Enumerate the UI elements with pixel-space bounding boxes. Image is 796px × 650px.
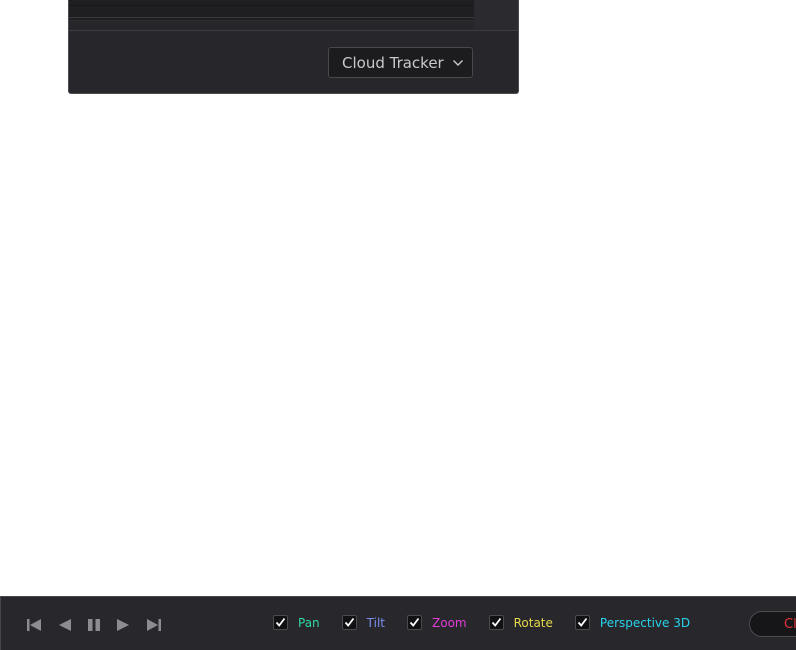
perspective-3d-checkbox[interactable]: Perspective 3D bbox=[574, 615, 691, 630]
play-reverse-icon bbox=[59, 619, 71, 631]
clear-button-label: Cl bbox=[784, 616, 796, 632]
pan-label: Pan bbox=[298, 615, 320, 630]
pause-button[interactable] bbox=[85, 616, 103, 634]
track-options: Pan Tilt Zoom Rotate Perspective 3D bbox=[273, 615, 712, 630]
tilt-label: Tilt bbox=[366, 615, 385, 630]
panel-scroll-gutter bbox=[474, 0, 518, 30]
tracker-mode-dropdown[interactable]: Cloud Tracker bbox=[328, 47, 473, 78]
skip-to-end-icon bbox=[147, 619, 161, 631]
skip-to-start-icon bbox=[27, 619, 41, 631]
perspective-3d-label: Perspective 3D bbox=[599, 615, 691, 630]
tracker-toolbar: Pan Tilt Zoom Rotate Perspective 3D Cl bbox=[0, 596, 796, 650]
zoom-label: Zoom bbox=[432, 615, 467, 630]
transport-controls bbox=[25, 616, 163, 634]
checkmark-icon bbox=[409, 617, 420, 627]
tilt-checkbox[interactable]: Tilt bbox=[341, 615, 385, 630]
tracker-mode-value: Cloud Tracker bbox=[342, 53, 444, 72]
checkbox-box bbox=[407, 615, 422, 630]
rotate-checkbox[interactable]: Rotate bbox=[488, 615, 553, 630]
pan-checkbox[interactable]: Pan bbox=[273, 615, 320, 630]
checkmark-icon bbox=[275, 617, 286, 627]
pause-icon bbox=[88, 619, 100, 631]
checkmark-icon bbox=[344, 617, 354, 627]
checkbox-box bbox=[574, 615, 590, 630]
track-line-top bbox=[69, 5, 474, 6]
skip-to-start-button[interactable] bbox=[25, 616, 43, 634]
panel-divider bbox=[69, 30, 518, 31]
skip-to-end-button[interactable] bbox=[145, 616, 163, 634]
checkbox-box bbox=[341, 615, 357, 630]
checkbox-box bbox=[488, 615, 504, 630]
rotate-label: Rotate bbox=[513, 615, 553, 630]
checkmark-icon bbox=[491, 617, 501, 627]
checkbox-box bbox=[273, 615, 288, 630]
zoom-checkbox[interactable]: Zoom bbox=[407, 615, 467, 630]
play-reverse-button[interactable] bbox=[55, 616, 73, 634]
clear-button[interactable]: Cl bbox=[749, 611, 796, 637]
play-forward-button[interactable] bbox=[115, 616, 133, 634]
play-forward-icon bbox=[117, 619, 129, 631]
checkmark-icon bbox=[577, 617, 588, 627]
track-line-bottom bbox=[69, 17, 474, 18]
chevron-down-icon bbox=[452, 59, 464, 67]
tracker-panel: Cloud Tracker bbox=[68, 0, 519, 94]
tracker-timeline-track bbox=[69, 0, 474, 21]
